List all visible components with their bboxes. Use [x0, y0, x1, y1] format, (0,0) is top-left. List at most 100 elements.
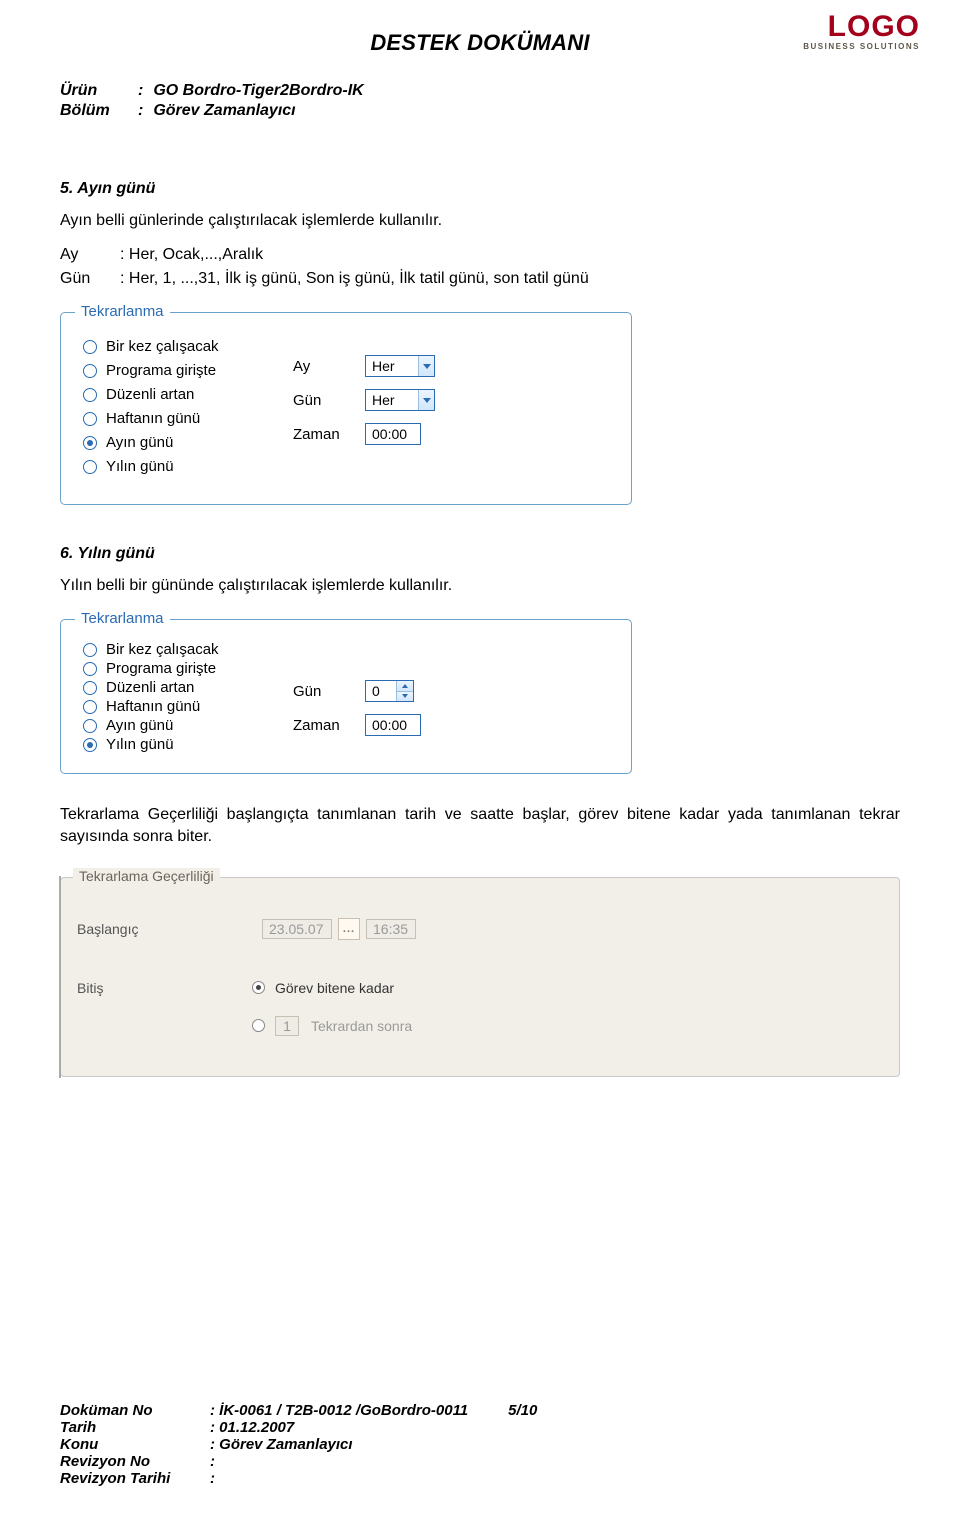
field-label-day: Gün — [293, 683, 365, 700]
footer-rev-no-label: Revizyon No — [60, 1453, 210, 1470]
radio-label: Ayın günü — [106, 434, 173, 451]
meta-section-label: Bölüm — [60, 102, 138, 120]
panel-legend: Tekrarlanma — [75, 610, 170, 627]
date-picker-button[interactable]: ... — [338, 918, 360, 940]
radio-icon — [83, 388, 97, 402]
radio-label: Haftanın günü — [106, 410, 200, 427]
radio-icon — [83, 460, 97, 474]
section5-heading: 5. Ayın günü — [60, 180, 900, 198]
radio-icon — [83, 643, 97, 657]
radio-icon — [83, 340, 97, 354]
meta-product-label: Ürün — [60, 82, 138, 100]
brand-logo: LOGO BUSINESS SOLUTIONS — [803, 12, 920, 51]
radio-option[interactable]: Yılın günü — [83, 738, 283, 752]
page-footer: Doküman No : İK-0061 / T2B-0012 /GoBordr… — [60, 1402, 900, 1487]
time-value: 00:00 — [372, 426, 407, 442]
end-option-radio[interactable] — [252, 981, 265, 994]
time-input[interactable]: 00:00 — [365, 423, 421, 445]
section5-kv-key: Ay — [60, 246, 120, 264]
radio-label: Ayın günü — [106, 719, 173, 733]
radio-label: Programa girişte — [106, 362, 216, 379]
section5-kv-val: : Her, 1, ...,31, İlk iş günü, Son iş gü… — [120, 270, 589, 288]
meta-separator: : — [138, 102, 153, 120]
field-label-time: Zaman — [293, 717, 365, 734]
validity-groupbox: Tekrarlama Geçerliliği Başlangıç 23.05.0… — [60, 877, 900, 1077]
radio-label: Düzenli artan — [106, 681, 194, 695]
radio-option[interactable]: Programa girişte — [83, 662, 283, 676]
radio-option[interactable]: Bir kez çalışacak — [83, 643, 283, 657]
radio-icon — [83, 436, 97, 450]
recurrence-panel-a: Tekrarlanma Bir kez çalışacak Programa g… — [60, 312, 632, 505]
end-label: Bitiş — [77, 980, 172, 996]
repeat-count-field: 1 — [275, 1016, 299, 1036]
radio-label: Bir kez çalışacak — [106, 338, 219, 355]
footer-subject-value: : Görev Zamanlayıcı — [210, 1436, 353, 1453]
footer-rev-no-value: : — [210, 1453, 215, 1470]
logo-subtext: BUSINESS SOLUTIONS — [803, 42, 920, 51]
footer-subject-label: Konu — [60, 1436, 210, 1453]
day-spinner[interactable]: 0 — [365, 680, 414, 702]
day-combo[interactable]: Her — [365, 389, 435, 411]
radio-option[interactable]: Haftanın günü — [83, 410, 283, 427]
section5-kv-val: : Her, Ocak,...,Aralık — [120, 246, 263, 264]
footer-rev-date-value: : — [210, 1470, 215, 1487]
radio-option[interactable]: Düzenli artan — [83, 386, 283, 403]
meta-product-value: GO Bordro-Tiger2Bordro-IK — [153, 82, 363, 100]
radio-label: Programa girişte — [106, 662, 216, 676]
end-count-radio[interactable] — [252, 1019, 265, 1032]
meta-section-value: Görev Zamanlayıcı — [153, 102, 295, 120]
field-label-day: Gün — [293, 392, 365, 409]
radio-label: Yılın günü — [106, 458, 174, 475]
validity-legend: Tekrarlama Geçerliliği — [73, 868, 220, 884]
field-label-time: Zaman — [293, 426, 365, 443]
start-time-field: 16:35 — [366, 919, 416, 939]
day-value: 0 — [366, 681, 396, 701]
radio-option[interactable]: Ayın günü — [83, 719, 283, 733]
start-label: Başlangıç — [77, 921, 172, 937]
radio-icon — [83, 364, 97, 378]
radio-label: Bir kez çalışacak — [106, 643, 219, 657]
footer-date-label: Tarih — [60, 1419, 210, 1436]
page-title: DESTEK DOKÜMANI — [60, 30, 900, 56]
footer-rev-date-label: Revizyon Tarihi — [60, 1470, 210, 1487]
footer-doc-no-label: Doküman No — [60, 1402, 210, 1419]
validity-paragraph: Tekrarlama Geçerliliği başlangıçta tanım… — [60, 804, 900, 849]
end-option-label: Görev bitene kadar — [275, 980, 394, 996]
radio-icon — [83, 719, 97, 733]
section6-heading: 6. Yılın günü — [60, 545, 900, 563]
radio-label: Yılın günü — [106, 738, 174, 752]
month-combo[interactable]: Her — [365, 355, 435, 377]
panel-legend: Tekrarlanma — [75, 303, 170, 320]
radio-icon — [83, 681, 97, 695]
field-label-month: Ay — [293, 358, 365, 375]
recurrence-panel-b: Tekrarlanma Bir kez çalışacak Programa g… — [60, 619, 632, 774]
radio-option[interactable]: Yılın günü — [83, 458, 283, 475]
radio-option[interactable]: Haftanın günü — [83, 700, 283, 714]
time-value: 00:00 — [372, 717, 407, 733]
spin-up-icon[interactable] — [397, 681, 413, 691]
radio-label: Düzenli artan — [106, 386, 194, 403]
ellipsis-icon: ... — [343, 923, 355, 935]
chevron-down-icon[interactable] — [418, 390, 434, 410]
radio-label: Haftanın günü — [106, 700, 200, 714]
chevron-down-icon[interactable] — [418, 356, 434, 376]
footer-doc-no-value: : İK-0061 / T2B-0012 /GoBordro-0011 — [210, 1402, 468, 1419]
month-value: Her — [366, 356, 418, 376]
meta-separator: : — [138, 82, 153, 100]
radio-icon — [83, 700, 97, 714]
radio-option[interactable]: Ayın günü — [83, 434, 283, 451]
footer-page: 5/10 — [508, 1402, 537, 1419]
spin-down-icon[interactable] — [397, 691, 413, 702]
section5-desc: Ayın belli günlerinde çalıştırılacak işl… — [60, 212, 900, 230]
radio-option[interactable]: Bir kez çalışacak — [83, 338, 283, 355]
radio-icon — [83, 738, 97, 752]
radio-option[interactable]: Düzenli artan — [83, 681, 283, 695]
radio-icon — [83, 412, 97, 426]
footer-date-value: : 01.12.2007 — [210, 1419, 294, 1436]
start-date-field: 23.05.07 — [262, 919, 332, 939]
time-input[interactable]: 00:00 — [365, 714, 421, 736]
repeat-count-suffix: Tekrardan sonra — [311, 1018, 412, 1034]
radio-icon — [83, 662, 97, 676]
radio-option[interactable]: Programa girişte — [83, 362, 283, 379]
section5-kv-key: Gün — [60, 270, 120, 288]
